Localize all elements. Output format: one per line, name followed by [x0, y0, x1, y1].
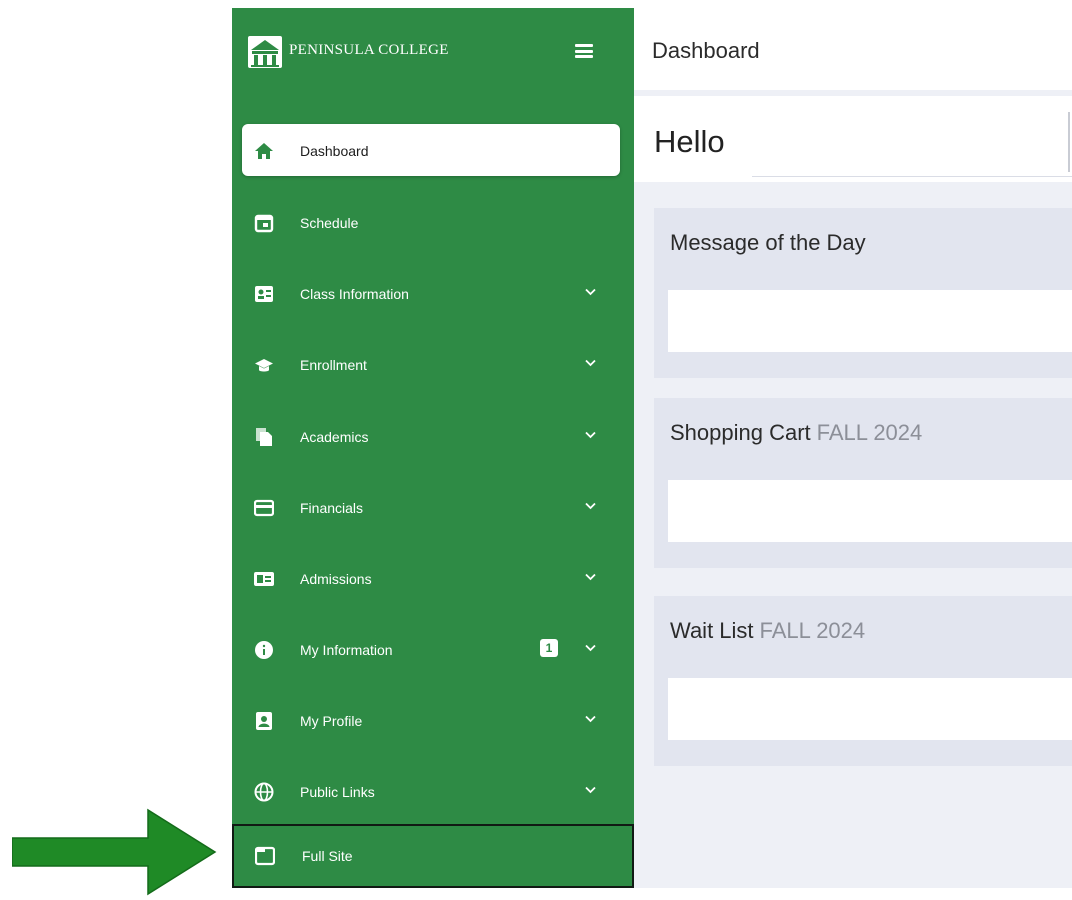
sidebar-item-admissions[interactable]: Admissions — [242, 552, 620, 604]
message-of-the-day-card: Message of the Day — [654, 208, 1072, 378]
chevron-down-icon — [585, 431, 596, 439]
sidebar-item-label: Schedule — [300, 215, 359, 231]
sidebar-item-label: My Profile — [300, 713, 363, 729]
sidebar-item-label: Dashboard — [300, 143, 369, 159]
greeting-text: Hello — [654, 124, 725, 159]
card-title: Wait List FALL 2024 — [670, 618, 865, 644]
globe-icon — [254, 782, 274, 802]
chevron-down-icon — [585, 288, 596, 296]
card-title-text: Shopping Cart — [670, 420, 811, 445]
sidebar: PENINSULA COLLEGE Dashboard Schedule Cla… — [232, 8, 634, 888]
sidebar-item-my-profile[interactable]: My Profile — [242, 694, 620, 746]
graduation-cap-icon — [255, 359, 273, 372]
card-term: FALL 2024 — [759, 618, 866, 643]
sidebar-item-label: Admissions — [300, 571, 372, 587]
chevron-down-icon — [585, 715, 596, 723]
wait-list-card: Wait List FALL 2024 — [654, 596, 1072, 766]
id-card-icon — [255, 286, 273, 302]
credit-card-icon — [254, 499, 274, 517]
chevron-down-icon — [585, 502, 596, 510]
college-building-logo — [248, 36, 282, 68]
sidebar-item-label: My Information — [300, 642, 393, 658]
sidebar-item-enrollment[interactable]: Enrollment — [242, 338, 620, 390]
page-title: Dashboard — [652, 38, 760, 63]
card-title-text: Wait List — [670, 618, 754, 643]
card-term: FALL 2024 — [816, 420, 923, 445]
top-bar: Dashboard — [634, 8, 1072, 91]
sidebar-item-dashboard[interactable]: Dashboard — [242, 124, 620, 176]
sidebar-item-label: Class Information — [300, 286, 409, 302]
sidebar-item-full-site[interactable]: Full Site — [232, 824, 634, 888]
greeting-panel: Hello — [634, 96, 1072, 182]
chevron-down-icon — [585, 573, 596, 581]
card-body — [668, 480, 1072, 542]
sidebar-item-financials[interactable]: Financials — [242, 481, 620, 533]
panel-edge — [1068, 112, 1070, 172]
sidebar-item-my-information[interactable]: My Information 1 — [242, 623, 620, 675]
user-badge-icon — [256, 712, 272, 730]
card-title: Message of the Day — [670, 230, 866, 256]
sidebar-item-public-links[interactable]: Public Links — [242, 765, 620, 817]
sidebar-item-label: Academics — [300, 429, 369, 445]
chevron-down-icon — [585, 359, 596, 367]
card-title: Shopping Cart FALL 2024 — [670, 420, 922, 446]
info-icon — [255, 641, 273, 659]
pointer-arrow-icon — [12, 808, 217, 896]
sidebar-item-class-information[interactable]: Class Information — [242, 267, 620, 319]
brand-header: PENINSULA COLLEGE — [232, 8, 634, 94]
sidebar-item-label: Financials — [300, 500, 364, 516]
address-card-icon — [254, 572, 274, 586]
home-icon — [255, 143, 273, 159]
main-content: Hello Message of the Day Shopping Cart FA… — [634, 90, 1072, 888]
sidebar-item-schedule[interactable]: Schedule — [242, 196, 620, 248]
chevron-down-icon — [585, 644, 596, 652]
chevron-down-icon — [585, 786, 596, 794]
notification-badge: 1 — [540, 639, 558, 657]
card-body — [668, 678, 1072, 740]
menu-toggle-icon[interactable] — [575, 44, 593, 58]
documents-icon — [256, 428, 272, 446]
sidebar-item-label: Enrollment — [300, 357, 367, 373]
card-title-text: Message of the Day — [670, 230, 866, 255]
card-body — [668, 290, 1072, 352]
window-icon — [255, 846, 275, 866]
brand-name: PENINSULA COLLEGE — [289, 42, 449, 58]
sidebar-item-label: Public Links — [300, 784, 375, 800]
sidebar-item-label: Full Site — [302, 848, 353, 864]
shopping-cart-card: Shopping Cart FALL 2024 — [654, 398, 1072, 568]
calendar-icon — [254, 214, 274, 233]
sidebar-item-academics[interactable]: Academics — [242, 410, 620, 462]
greeting-divider — [752, 176, 1072, 177]
